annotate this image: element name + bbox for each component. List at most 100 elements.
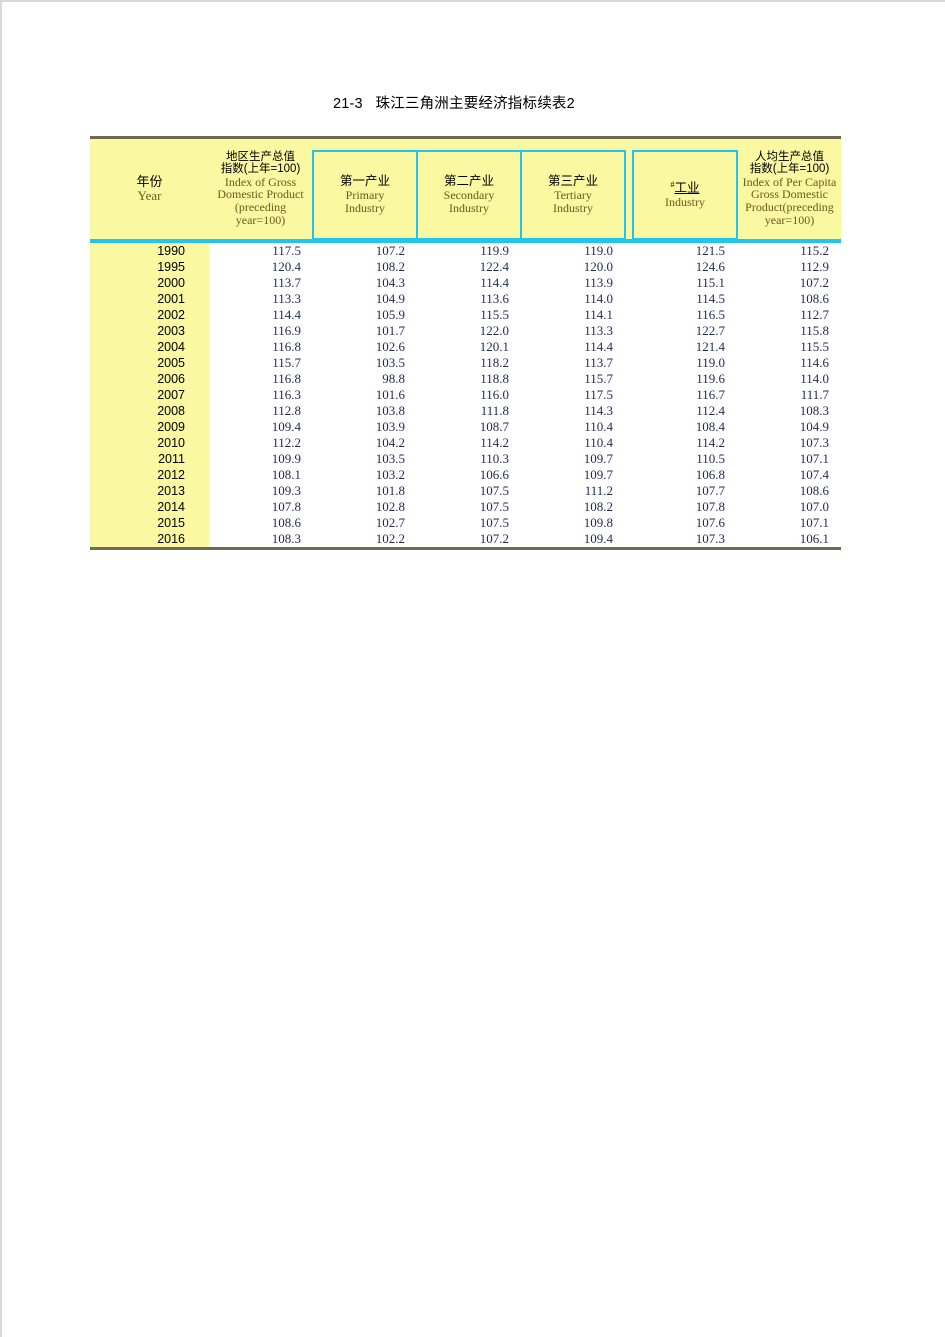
table-row: 1990 117.5 107.2 119.9 119.0 121.5 115.2 bbox=[90, 243, 841, 259]
bottom-rule-cell bbox=[90, 547, 841, 550]
cell-value: 108.3 bbox=[737, 403, 841, 419]
cell-value: 108.4 bbox=[633, 419, 737, 435]
cell-value: 111.7 bbox=[737, 387, 841, 403]
cell-value: 119.9 bbox=[417, 243, 521, 259]
cell-value: 110.3 bbox=[417, 451, 521, 467]
cell-value: 109.3 bbox=[209, 483, 313, 499]
cell-value: 109.9 bbox=[209, 451, 313, 467]
table-bottom-rule bbox=[90, 547, 841, 550]
cell-value: 112.2 bbox=[209, 435, 313, 451]
cell-value: 118.8 bbox=[417, 371, 521, 387]
cell-value: 115.5 bbox=[417, 307, 521, 323]
cell-value: 113.3 bbox=[209, 291, 313, 307]
row-column-spacer bbox=[625, 515, 633, 531]
cell-year: 2016 bbox=[90, 531, 209, 547]
cell-value: 114.2 bbox=[633, 435, 737, 451]
cell-value: 115.7 bbox=[209, 355, 313, 371]
cell-year: 2014 bbox=[90, 499, 209, 515]
header-secondary-cn: 第二产业 bbox=[443, 174, 494, 189]
cell-value: 108.2 bbox=[521, 499, 625, 515]
cell-value: 107.2 bbox=[417, 531, 521, 547]
header-industry-cn-text: 工业 bbox=[674, 181, 700, 196]
header-tertiary-cn: 第三产业 bbox=[547, 174, 598, 189]
cell-value: 122.0 bbox=[417, 323, 521, 339]
header-industry-en: Industry bbox=[665, 194, 705, 209]
cell-value: 114.4 bbox=[521, 339, 625, 355]
cell-value: 120.4 bbox=[209, 259, 313, 275]
cell-value: 108.6 bbox=[737, 483, 841, 499]
cell-value: 112.7 bbox=[737, 307, 841, 323]
cell-value: 107.8 bbox=[209, 499, 313, 515]
table-row: 2006 116.8 98.8 118.8 115.7 119.6 114.0 bbox=[90, 371, 841, 387]
row-column-spacer bbox=[625, 419, 633, 435]
table-row: 2005 115.7 103.5 118.2 113.7 119.0 114.6 bbox=[90, 355, 841, 371]
cell-year: 1995 bbox=[90, 259, 209, 275]
row-column-spacer bbox=[625, 387, 633, 403]
table-row: 2012 108.1 103.2 106.6 109.7 106.8 107.4 bbox=[90, 467, 841, 483]
cell-year: 2008 bbox=[90, 403, 209, 419]
cell-value: 112.9 bbox=[737, 259, 841, 275]
cell-value: 107.1 bbox=[737, 515, 841, 531]
cell-value: 114.4 bbox=[209, 307, 313, 323]
header-tertiary-industry: 第三产业 Tertiary Industry bbox=[521, 150, 626, 240]
row-column-spacer bbox=[625, 259, 633, 275]
cell-value: 107.8 bbox=[633, 499, 737, 515]
row-column-spacer bbox=[625, 483, 633, 499]
header-tertiary-en2: Industry bbox=[553, 200, 593, 215]
cell-value: 114.1 bbox=[521, 307, 625, 323]
cell-year: 1990 bbox=[90, 243, 209, 259]
cell-year: 2006 bbox=[90, 371, 209, 387]
cell-value: 114.0 bbox=[737, 371, 841, 387]
row-column-spacer bbox=[625, 499, 633, 515]
table-row: 2010 112.2 104.2 114.2 110.4 114.2 107.3 bbox=[90, 435, 841, 451]
cell-year: 2015 bbox=[90, 515, 209, 531]
cell-value: 117.5 bbox=[209, 243, 313, 259]
header-per-capita-cn1: 人均生产总值 bbox=[755, 150, 824, 163]
cell-value: 111.8 bbox=[417, 403, 521, 419]
cell-value: 109.4 bbox=[521, 531, 625, 547]
cell-value: 105.9 bbox=[313, 307, 417, 323]
row-column-spacer bbox=[625, 275, 633, 291]
cell-value: 112.4 bbox=[633, 403, 737, 419]
cell-value: 108.2 bbox=[313, 259, 417, 275]
cell-value: 124.6 bbox=[633, 259, 737, 275]
cell-value: 120.0 bbox=[521, 259, 625, 275]
cell-value: 106.1 bbox=[737, 531, 841, 547]
cell-value: 106.6 bbox=[417, 467, 521, 483]
cell-value: 104.9 bbox=[313, 291, 417, 307]
header-primary-industry: 第一产业 Primary Industry bbox=[312, 150, 418, 240]
header-row: 年份 Year 地区生产总值 指数(上年=100) Index of Gross… bbox=[90, 139, 841, 239]
row-column-spacer bbox=[625, 323, 633, 339]
cell-value: 118.2 bbox=[417, 355, 521, 371]
cell-value: 107.3 bbox=[633, 531, 737, 547]
cell-value: 113.7 bbox=[521, 355, 625, 371]
cell-value: 104.2 bbox=[313, 435, 417, 451]
cell-value: 112.8 bbox=[209, 403, 313, 419]
table-row: 2011 109.9 103.5 110.3 109.7 110.5 107.1 bbox=[90, 451, 841, 467]
cell-value: 107.5 bbox=[417, 499, 521, 515]
cell-value: 103.9 bbox=[313, 419, 417, 435]
row-column-spacer bbox=[625, 467, 633, 483]
table-row: 2015 108.6 102.7 107.5 109.8 107.6 107.1 bbox=[90, 515, 841, 531]
cell-value: 120.1 bbox=[417, 339, 521, 355]
cell-value: 106.8 bbox=[633, 467, 737, 483]
header-tertiary-en1: Tertiary bbox=[554, 187, 592, 202]
table-row: 2000 113.7 104.3 114.4 113.9 115.1 107.2 bbox=[90, 275, 841, 291]
cell-value: 109.4 bbox=[209, 419, 313, 435]
cell-value: 116.0 bbox=[417, 387, 521, 403]
cell-value: 115.2 bbox=[737, 243, 841, 259]
cell-value: 122.4 bbox=[417, 259, 521, 275]
cell-value: 109.8 bbox=[521, 515, 625, 531]
header-primary-en1: Primary bbox=[345, 187, 385, 202]
cell-value: 115.7 bbox=[521, 371, 625, 387]
cell-value: 102.2 bbox=[313, 531, 417, 547]
cell-value: 116.3 bbox=[209, 387, 313, 403]
cell-value: 107.2 bbox=[737, 275, 841, 291]
header-per-capita-en4: year=100) bbox=[764, 213, 815, 228]
row-column-spacer bbox=[625, 291, 633, 307]
header-secondary-industry: 第二产业 Secondary Industry bbox=[417, 150, 522, 240]
statistics-table-container: 年份 Year 地区生产总值 指数(上年=100) Index of Gross… bbox=[90, 136, 841, 550]
cell-value: 110.4 bbox=[521, 419, 625, 435]
cell-value: 115.8 bbox=[737, 323, 841, 339]
cell-value: 102.8 bbox=[313, 499, 417, 515]
